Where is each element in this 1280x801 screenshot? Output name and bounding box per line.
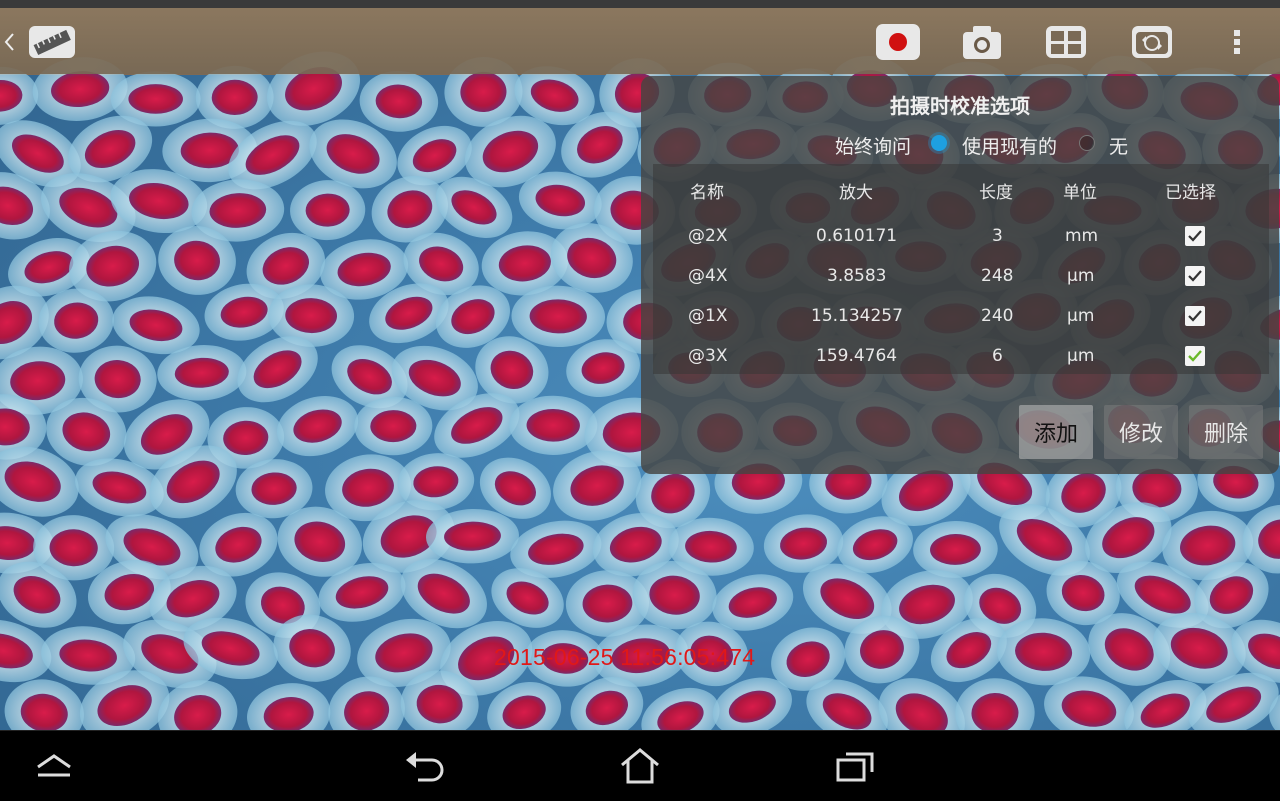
ruler-icon[interactable] — [28, 24, 76, 60]
radio-label-always-ask[interactable]: 始终询问 — [835, 132, 911, 159]
row-selected-checkbox[interactable] — [1185, 306, 1205, 326]
column-header-selected: 已选择 — [1165, 183, 1216, 203]
add-button[interactable]: 添加 — [1019, 405, 1093, 459]
calibration-table: 名称 放大 长度 单位 已选择 @2X 0.610171 3 mm @4X 3.… — [653, 164, 1269, 374]
column-header-length: 长度 — [979, 183, 1013, 203]
grid-icon — [1046, 26, 1086, 58]
action-bar — [0, 8, 1280, 74]
row-selected-checkbox[interactable] — [1185, 346, 1205, 366]
row-unit: μm — [1067, 306, 1095, 326]
row-unit: μm — [1067, 266, 1095, 286]
radio-label-none[interactable]: 无 — [1109, 132, 1128, 159]
checkmark-icon — [1188, 230, 1202, 242]
calibration-mode-radio-group: 始终询问 使用现有的 无 — [641, 128, 1279, 158]
back-icon[interactable] — [394, 745, 454, 787]
column-header-unit: 单位 — [1063, 183, 1097, 203]
home-icon[interactable] — [610, 745, 670, 787]
radio-label-use-existing[interactable]: 使用现有的 — [962, 132, 1057, 159]
camera-icon — [963, 26, 1001, 59]
row-length: 240 — [981, 306, 1014, 326]
grid-layout-button[interactable] — [1042, 22, 1090, 62]
navigation-bar — [0, 730, 1280, 801]
row-magnification: 15.134257 — [811, 306, 903, 326]
record-icon — [876, 24, 920, 60]
row-name: @1X — [688, 306, 728, 326]
capture-photo-button[interactable] — [958, 22, 1006, 62]
row-magnification: 159.4764 — [816, 346, 898, 366]
switch-camera-icon — [1132, 26, 1172, 58]
row-length: 6 — [992, 346, 1003, 366]
row-selected-checkbox[interactable] — [1185, 266, 1205, 286]
row-selected-checkbox[interactable] — [1185, 226, 1205, 246]
switch-camera-button[interactable] — [1128, 22, 1176, 62]
delete-button[interactable]: 删除 — [1189, 405, 1263, 459]
column-header-magnification: 放大 — [839, 183, 873, 203]
row-magnification: 3.8583 — [827, 266, 887, 286]
calibration-options-panel: 拍摄时校准选项 始终询问 使用现有的 无 名称 放大 长度 单位 已选择 @2X… — [641, 76, 1279, 474]
panel-title: 拍摄时校准选项 — [890, 94, 1030, 118]
row-unit: mm — [1065, 226, 1099, 246]
chevron-left-icon[interactable] — [2, 30, 16, 54]
status-strip — [0, 0, 1280, 8]
recent-apps-icon[interactable] — [826, 745, 886, 787]
checkmark-icon — [1188, 270, 1202, 282]
radio-none[interactable] — [1079, 135, 1095, 151]
row-unit: μm — [1067, 346, 1095, 366]
capture-timestamp: 2015-06-25 11:56:05:474 — [494, 644, 756, 670]
modify-button[interactable]: 修改 — [1104, 405, 1178, 459]
column-header-name: 名称 — [690, 183, 724, 203]
collapse-icon[interactable] — [24, 745, 84, 787]
checkmark-icon — [1188, 350, 1202, 362]
row-length: 3 — [992, 226, 1003, 246]
record-button[interactable] — [874, 22, 922, 62]
checkmark-icon — [1188, 310, 1202, 322]
row-magnification: 0.610171 — [816, 226, 898, 246]
row-name: @4X — [688, 266, 728, 286]
more-vertical-icon[interactable] — [1222, 22, 1252, 62]
radio-use-existing[interactable] — [931, 135, 947, 151]
row-name: @2X — [688, 226, 728, 246]
row-name: @3X — [688, 346, 728, 366]
row-length: 248 — [981, 266, 1014, 286]
